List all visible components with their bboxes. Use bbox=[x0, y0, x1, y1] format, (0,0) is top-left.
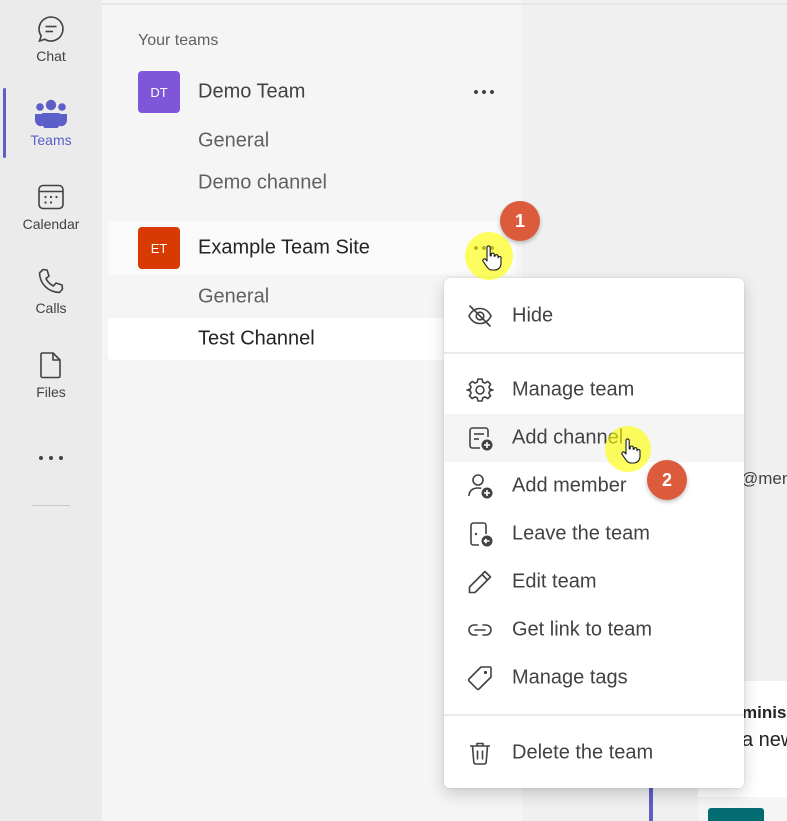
menu-item-edit-team[interactable]: Edit team bbox=[444, 558, 744, 606]
leave-team-icon bbox=[466, 520, 494, 548]
message-accent-bar bbox=[649, 786, 653, 821]
team-name: Example Team Site bbox=[198, 236, 370, 259]
menu-item-add-member[interactable]: Add member bbox=[444, 462, 744, 510]
rail-item-label: Files bbox=[36, 384, 66, 400]
files-icon bbox=[34, 348, 68, 382]
menu-item-label: Add member bbox=[512, 474, 627, 497]
channel-name: General bbox=[198, 129, 270, 152]
team-row-demo-team[interactable]: DT Demo Team bbox=[108, 65, 516, 119]
channel-name: General bbox=[198, 285, 270, 308]
your-teams-heading: Your teams bbox=[138, 32, 219, 49]
more-apps-icon[interactable] bbox=[37, 448, 65, 468]
menu-item-delete-team[interactable]: Delete the team bbox=[444, 729, 744, 777]
menu-item-label: Delete the team bbox=[512, 741, 654, 764]
menu-item-hide[interactable]: Hide bbox=[444, 292, 744, 340]
content-divider bbox=[522, 3, 787, 5]
menu-item-manage-tags[interactable]: Manage tags bbox=[444, 654, 744, 702]
menu-item-get-link[interactable]: Get link to team bbox=[444, 606, 744, 654]
rail-item-label: Chat bbox=[36, 48, 66, 64]
more-options-icon[interactable] bbox=[472, 82, 496, 102]
rail-item-calls[interactable]: Calls bbox=[0, 252, 102, 332]
pencil-icon bbox=[466, 568, 494, 596]
menu-item-manage-team[interactable]: Manage team bbox=[444, 366, 744, 414]
teams-icon bbox=[34, 96, 68, 130]
gear-icon bbox=[466, 376, 494, 404]
channel-name: Test Channel bbox=[198, 327, 315, 350]
hide-icon bbox=[466, 302, 494, 330]
tag-icon bbox=[466, 664, 494, 692]
hand-cursor-icon bbox=[621, 438, 641, 464]
rail-item-label: Calls bbox=[35, 300, 67, 316]
add-channel-icon bbox=[466, 424, 494, 452]
channel-name: Demo channel bbox=[198, 171, 327, 194]
team-row-example-team-site[interactable]: ET Example Team Site bbox=[108, 221, 516, 275]
link-icon bbox=[466, 616, 494, 644]
menu-item-leave-team[interactable]: Leave the team bbox=[444, 510, 744, 558]
chat-icon bbox=[34, 12, 68, 46]
rail-item-calendar[interactable]: Calendar bbox=[0, 168, 102, 248]
menu-item-label: Manage tags bbox=[512, 666, 628, 689]
app-rail: Chat Teams Calendar Calls Files bbox=[0, 0, 102, 821]
message-action-button[interactable] bbox=[708, 808, 764, 821]
rail-item-label: Teams bbox=[30, 132, 72, 148]
menu-item-label: Get link to team bbox=[512, 618, 653, 641]
mention-text: @men bbox=[741, 469, 787, 488]
menu-item-label: Manage team bbox=[512, 378, 635, 401]
rail-item-files[interactable]: Files bbox=[0, 336, 102, 416]
rail-item-chat[interactable]: Chat bbox=[0, 0, 102, 80]
hand-cursor-icon bbox=[482, 245, 502, 271]
message-body: a new bbox=[742, 729, 787, 751]
add-member-icon bbox=[466, 472, 494, 500]
calls-icon bbox=[34, 264, 68, 298]
rail-item-teams[interactable]: Teams bbox=[0, 84, 102, 164]
step-badge: 2 bbox=[647, 460, 687, 500]
message-author: minis bbox=[742, 703, 787, 722]
team-avatar: DT bbox=[138, 71, 180, 113]
team-avatar: ET bbox=[138, 227, 180, 269]
calendar-icon bbox=[34, 180, 68, 214]
menu-item-label: Edit team bbox=[512, 570, 597, 593]
trash-icon bbox=[466, 739, 494, 767]
rail-divider bbox=[32, 505, 70, 506]
channel-row[interactable]: General bbox=[108, 120, 516, 162]
team-context-menu: Hide Manage team Add channel Add member … bbox=[444, 278, 744, 788]
panel-divider bbox=[102, 3, 522, 5]
channel-row[interactable]: Demo channel bbox=[108, 162, 516, 204]
menu-item-label: Hide bbox=[512, 304, 554, 327]
menu-divider bbox=[444, 714, 744, 716]
menu-item-add-channel[interactable]: Add channel bbox=[444, 414, 744, 462]
rail-item-label: Calendar bbox=[22, 216, 80, 232]
step-badge: 1 bbox=[500, 201, 540, 241]
menu-divider bbox=[444, 352, 744, 354]
team-name: Demo Team bbox=[198, 80, 306, 103]
menu-item-label: Leave the team bbox=[512, 522, 650, 545]
